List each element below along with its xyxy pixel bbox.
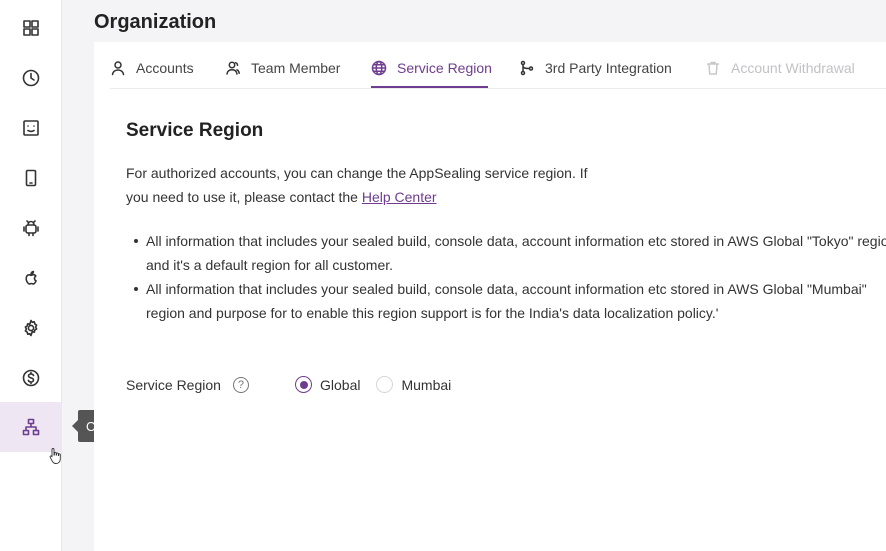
radio-label: Mumbai <box>401 376 452 393</box>
tab-3rd-party-integration[interactable]: 3rd Party Integration <box>519 55 672 81</box>
list-item-line: All information that includes your seale… <box>146 281 867 297</box>
tab-label: Account Withdrawal <box>731 60 855 76</box>
hand-cursor-icon <box>49 448 61 464</box>
page-title: Organization <box>94 11 217 33</box>
sidebar-item-billing[interactable] <box>0 353 62 403</box>
tab-label: Service Region <box>397 60 492 76</box>
trash-icon <box>706 61 720 75</box>
help-center-link[interactable]: Help Center <box>362 189 437 205</box>
service-region-radio-group: Global Mumbai <box>295 376 467 393</box>
sidebar-item-organization[interactable] <box>0 402 62 452</box>
radio-checked-icon[interactable] <box>295 376 312 393</box>
sidebar-item-ios[interactable] <box>0 253 62 303</box>
help-question-icon[interactable]: ? <box>232 377 249 393</box>
sidebar-item-mobile[interactable] <box>0 153 62 203</box>
tab-team-member[interactable]: Team Member <box>225 55 340 81</box>
description-line: you need to use it, please contact the <box>126 189 362 205</box>
report-icon <box>23 120 39 136</box>
sidebar <box>0 0 62 551</box>
sidebar-item-settings[interactable] <box>0 303 62 353</box>
tab-service-region[interactable]: Service Region <box>371 55 492 81</box>
android-icon <box>23 220 39 237</box>
section-title: Service Region <box>126 120 264 141</box>
list-item: All information that includes your seale… <box>134 229 886 277</box>
branch-icon <box>520 60 534 76</box>
service-region-field-label: Service Region ? <box>126 377 249 393</box>
tab-accounts[interactable]: Accounts <box>110 55 194 81</box>
tab-label: Accounts <box>136 60 194 76</box>
description-line: For authorized accounts, you can change … <box>126 165 588 181</box>
radio-label: Global <box>320 376 361 393</box>
gear-icon <box>24 319 38 337</box>
globe-icon <box>371 60 387 76</box>
sidebar-item-history[interactable] <box>0 53 62 103</box>
tab-label: 3rd Party Integration <box>545 60 672 76</box>
radio-unchecked-icon[interactable] <box>376 376 394 393</box>
sidebar-item-dashboard[interactable] <box>0 3 62 53</box>
clock-icon <box>22 69 40 87</box>
mobile-device-icon <box>25 169 37 187</box>
list-item-line: region and purpose for to enable this re… <box>146 305 719 321</box>
sidebar-item-report[interactable] <box>0 103 62 153</box>
tabs-divider <box>110 88 886 89</box>
dashboard-grid-icon <box>23 20 39 36</box>
region-info-list: All information that includes your seale… <box>134 229 886 325</box>
field-label: Service Region <box>126 377 221 393</box>
radio-option-global[interactable]: Global <box>295 376 360 393</box>
list-item: All information that includes your seale… <box>134 277 886 325</box>
list-item-line: All information that includes your seale… <box>146 233 886 249</box>
apple-icon <box>25 270 37 285</box>
user-icon <box>111 61 125 76</box>
tab-label: Team Member <box>251 60 341 76</box>
team-icon <box>226 61 240 75</box>
sidebar-item-android[interactable] <box>0 203 62 253</box>
organization-icon <box>22 418 40 436</box>
service-region-description: For authorized accounts, you can change … <box>126 161 606 209</box>
tab-account-withdrawal: Account Withdrawal <box>705 55 855 81</box>
dollar-icon <box>22 369 40 387</box>
radio-option-mumbai[interactable]: Mumbai <box>376 376 451 393</box>
list-item-line: and it's a default region for all custom… <box>146 257 394 273</box>
